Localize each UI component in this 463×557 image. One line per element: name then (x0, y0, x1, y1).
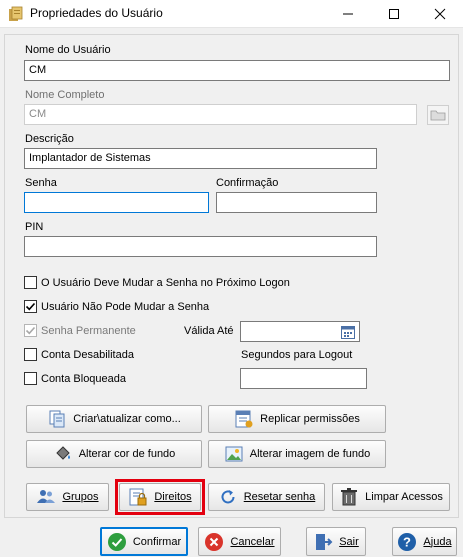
exit-button[interactable]: Sair (306, 527, 366, 556)
description-input[interactable]: Implantador de Sistemas (24, 148, 377, 169)
close-icon (434, 8, 446, 20)
description-label: Descrição (25, 133, 74, 145)
change-background-color-button[interactable]: Alterar cor de fundo (26, 440, 202, 468)
locked-account-checkbox[interactable]: Conta Bloqueada (24, 372, 126, 385)
replicate-permissions-button[interactable]: Replicar permissões (208, 405, 386, 433)
password-label: Senha (25, 177, 57, 189)
reset-password-label: Resetar senha (244, 491, 316, 503)
checkmark-icon (25, 302, 36, 311)
clear-access-label: Limpar Acessos (365, 491, 443, 503)
calendar-icon[interactable] (340, 324, 356, 340)
must-change-label: O Usuário Deve Mudar a Senha no Próximo … (41, 276, 290, 289)
replicate-icon (235, 410, 253, 428)
groups-button[interactable]: Grupos (26, 483, 109, 511)
trash-icon (341, 488, 358, 506)
exit-label-text: Sair (339, 535, 359, 548)
help-label: Ajuda (423, 536, 451, 548)
reset-password-label-text: Resetar senha (243, 491, 316, 503)
help-button[interactable]: ? Ajuda (392, 527, 457, 556)
exit-label: Sair (339, 536, 359, 548)
valid-until-label: Válida Até (184, 325, 234, 337)
svg-text:?: ? (403, 534, 411, 549)
fullname-label: Nome Completo (25, 89, 105, 101)
cancel-label-text: Cancelar (230, 535, 275, 548)
reset-password-button[interactable]: Resetar senha (208, 483, 325, 511)
window-title: Propriedades do Usuário (30, 6, 163, 20)
groups-label-text: Grupos (62, 491, 99, 503)
minimize-button[interactable] (325, 0, 371, 28)
change-background-color-label: Alterar cor de fundo (78, 448, 176, 460)
checkmark-icon (25, 326, 36, 335)
permanent-password-checkbox[interactable]: Senha Permanente (24, 324, 136, 337)
cancel-button[interactable]: Cancelar (198, 527, 281, 556)
image-icon (225, 446, 243, 462)
help-label-text: Ajuda (423, 535, 452, 548)
exit-door-icon (316, 533, 333, 550)
disabled-account-label: Conta Desabilitada (41, 348, 134, 361)
logout-seconds-label: Segundos para Logout (241, 349, 353, 361)
checkbox-box (24, 300, 37, 313)
confirm-label: Confirmar (132, 535, 182, 548)
permanent-password-label: Senha Permanente (41, 324, 136, 337)
replicate-permissions-label: Replicar permissões (260, 413, 360, 425)
username-input[interactable]: CM (24, 60, 450, 81)
folder-browse-icon[interactable] (427, 105, 449, 125)
confirm-label: Confirmação (216, 177, 279, 189)
pin-input[interactable] (24, 236, 377, 257)
checkbox-box (24, 324, 37, 337)
must-change-checkbox[interactable]: O Usuário Deve Mudar a Senha no Próximo … (24, 276, 290, 289)
checkbox-box (24, 372, 37, 385)
groups-label: Grupos (62, 491, 98, 503)
password-input[interactable] (24, 192, 209, 213)
disabled-account-checkbox[interactable]: Conta Desabilitada (24, 348, 134, 361)
maximize-button[interactable] (371, 0, 417, 28)
confirm-button[interactable]: Confirmar (100, 527, 188, 556)
cancel-circle-icon (205, 532, 224, 551)
create-update-as-label: Criar\atualizar como... (73, 413, 181, 425)
checkbox-box (24, 276, 37, 289)
cannot-change-label: Usuário Não Pode Mudar a Senha (41, 300, 210, 313)
cancel-label: Cancelar (230, 536, 274, 548)
minimize-icon (343, 13, 353, 15)
paint-bucket-icon (55, 446, 70, 460)
locked-account-label: Conta Bloqueada (41, 372, 127, 385)
title-bar: Propriedades do Usuário (0, 0, 463, 28)
change-background-image-button[interactable]: Alterar imagem de fundo (208, 440, 386, 468)
help-circle-icon: ? (398, 532, 417, 551)
rights-highlight-frame (115, 479, 205, 515)
fullname-input[interactable]: CM (24, 104, 417, 125)
refresh-icon (221, 490, 235, 504)
valid-until-date-input[interactable] (240, 321, 360, 342)
confirm-input[interactable] (216, 192, 377, 213)
checkbox-box (24, 348, 37, 361)
create-update-as-button[interactable]: Criar\atualizar como... (26, 405, 202, 433)
change-background-image-label: Alterar imagem de fundo (249, 448, 371, 460)
check-circle-icon (107, 532, 126, 551)
maximize-icon (389, 9, 399, 19)
close-button[interactable] (417, 0, 463, 28)
copy-document-icon (49, 410, 65, 428)
logout-seconds-input[interactable] (240, 368, 367, 389)
pin-label: PIN (25, 221, 44, 233)
clear-access-button[interactable]: Limpar Acessos (332, 483, 450, 511)
cannot-change-checkbox[interactable]: Usuário Não Pode Mudar a Senha (24, 300, 209, 313)
app-icon (9, 6, 23, 21)
username-label: Nome do Usuário (25, 44, 111, 56)
users-group-icon (37, 490, 56, 503)
